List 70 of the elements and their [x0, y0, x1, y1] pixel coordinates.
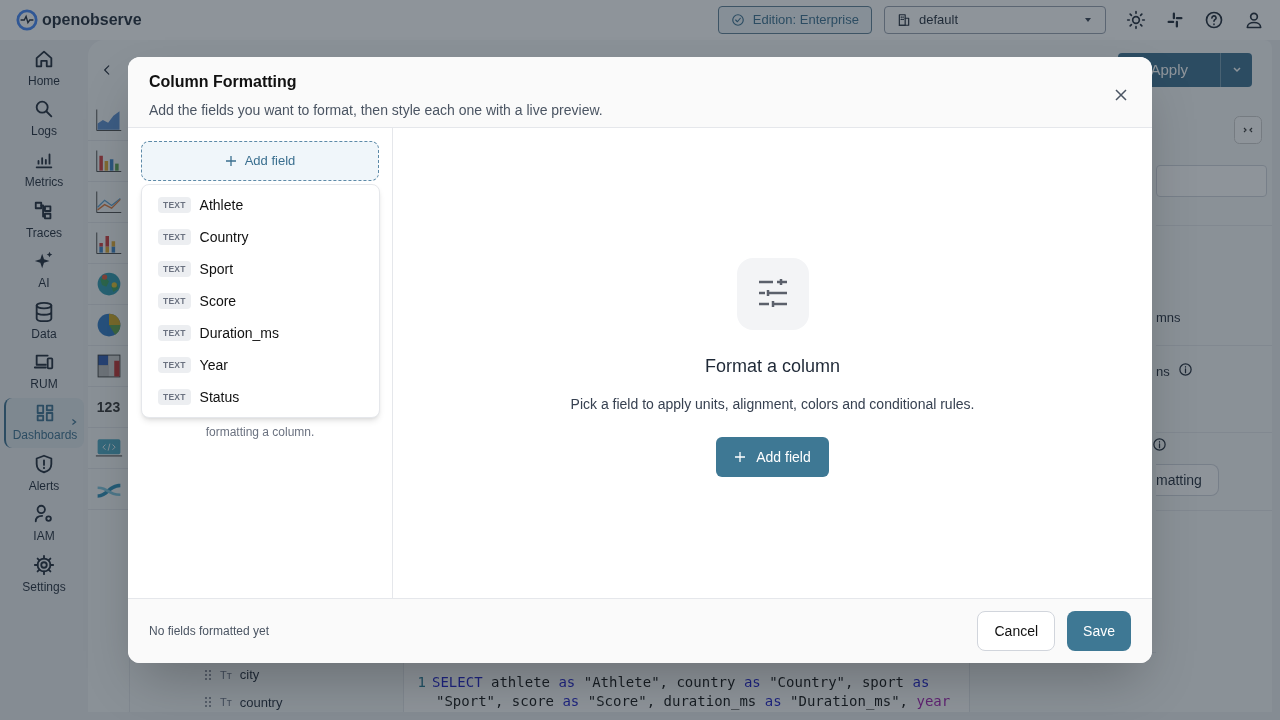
- settings-icon: [33, 553, 55, 576]
- line-number: 1: [416, 673, 427, 692]
- menu-item[interactable]: TEXT Duration_ms: [142, 317, 379, 349]
- nav-item[interactable]: Data: [4, 296, 84, 347]
- type-label: Tт: [220, 695, 232, 710]
- type-tag: TEXT: [158, 293, 191, 309]
- save-button[interactable]: Save: [1067, 611, 1131, 651]
- database-icon: [33, 300, 55, 323]
- nav-item[interactable]: Settings: [4, 549, 84, 600]
- close-icon: [1115, 89, 1127, 101]
- hint-text: formatting a column.: [204, 424, 316, 441]
- info-icon: [1152, 437, 1167, 452]
- edition-badge[interactable]: Edition: Enterprise: [717, 6, 872, 34]
- code-line: "Sport", score as "Score", duration_ms as "Duration_ms", year: [435, 692, 951, 711]
- number-icon: 123: [96, 396, 121, 418]
- nav-item[interactable]: Dashboards: [4, 398, 84, 448]
- type-tag: TEXT: [158, 229, 191, 245]
- empty-title: Format a column: [704, 355, 840, 378]
- chevron-right-icon: [70, 418, 78, 427]
- type-tag: TEXT: [158, 261, 191, 277]
- building-icon: [897, 13, 911, 27]
- menu-item[interactable]: TEXT Year: [142, 349, 379, 381]
- caret-icon: [1231, 65, 1242, 75]
- nav-item[interactable]: Logs: [4, 94, 84, 145]
- code-line: SELECT athlete as "Athlete", country as "Country", sport as: [432, 673, 931, 692]
- menu-item[interactable]: TEXT Athlete: [142, 189, 379, 221]
- nav-item[interactable]: AI: [4, 246, 84, 296]
- check-badge-icon: [730, 13, 745, 27]
- column-label: mns: [1156, 308, 1181, 327]
- drag-handle-icon: [204, 668, 212, 681]
- search-field[interactable]: [1156, 165, 1267, 197]
- shield-alert-icon: [33, 452, 55, 475]
- sliders-icon: [756, 278, 789, 310]
- info-icon: [1177, 362, 1193, 377]
- option-label: ns: [1156, 363, 1170, 381]
- add-field-button[interactable]: Add field: [716, 437, 829, 477]
- menu-item[interactable]: TEXT Score: [142, 285, 379, 317]
- help-icon[interactable]: [1204, 10, 1224, 30]
- logo-icon: [16, 9, 38, 31]
- menu-item[interactable]: TEXT Country: [142, 221, 379, 253]
- formatting-button[interactable]: matting: [1156, 464, 1219, 496]
- status-text: No fields formatted yet: [149, 623, 271, 640]
- cancel-button[interactable]: Cancel: [977, 611, 1056, 651]
- nav-item[interactable]: Metrics: [4, 145, 84, 195]
- empty-description: Pick a field to apply units, alignment, colors and conditional rules.: [570, 395, 975, 414]
- type-tag: TEXT: [158, 357, 191, 373]
- type-tag: TEXT: [158, 197, 191, 213]
- type-tag: TEXT: [158, 325, 191, 341]
- menu-item[interactable]: TEXT Sport: [142, 253, 379, 285]
- drag-handle-icon: [204, 696, 212, 709]
- user-icon[interactable]: [1244, 10, 1264, 30]
- plus-icon: [224, 155, 237, 167]
- dialog-title: Column Formatting: [149, 72, 298, 92]
- organization-select[interactable]: default: [884, 6, 1106, 34]
- add-field-button[interactable]: Add field: [141, 141, 379, 181]
- nav-item[interactable]: RUM: [4, 347, 84, 398]
- plus-icon: [734, 451, 747, 463]
- type-tag: TEXT: [158, 389, 191, 405]
- type-label: Tт: [220, 667, 232, 683]
- nav-item[interactable]: Home: [4, 44, 84, 94]
- nav-item[interactable]: Traces: [4, 195, 84, 246]
- field-name[interactable]: country: [239, 692, 283, 712]
- sun-icon[interactable]: [1126, 10, 1146, 30]
- organization-name: default: [919, 11, 960, 30]
- menu-item[interactable]: TEXT Status: [142, 381, 379, 413]
- dialog-subtitle: Add the fields you want to format, then style each one with a live preview.: [149, 101, 604, 120]
- nav-item[interactable]: IAM: [4, 499, 84, 549]
- logo-text: openobserve: [42, 10, 142, 30]
- nav-item[interactable]: Alerts: [4, 448, 84, 499]
- field-name[interactable]: city: [239, 665, 260, 685]
